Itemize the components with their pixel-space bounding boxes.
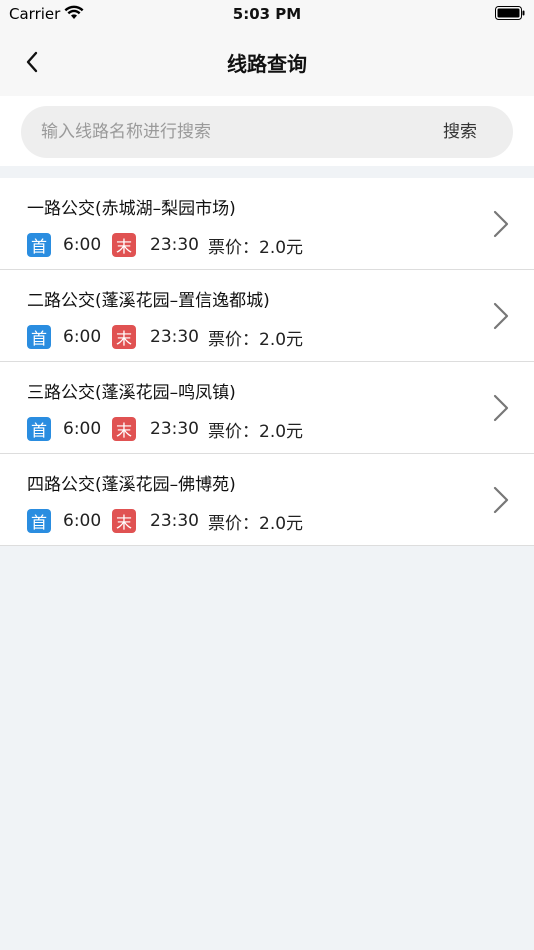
first-bus-badge: 首 [27,233,51,257]
last-bus-badge: 末 [112,233,136,257]
chevron-right-icon [493,394,509,422]
route-row[interactable]: 四路公交(蓬溪花园–佛博苑) 首 6:00 末 23:30 票价：2.0元 [0,454,534,546]
route-row[interactable]: 二路公交(蓬溪花园–置信逸都城) 首 6:00 末 23:30 票价：2.0元 [0,270,534,362]
search-section: 搜索 [0,96,534,166]
last-bus-time: 23:30 [150,511,199,531]
search-input[interactable] [41,106,401,158]
battery-icon [495,6,525,20]
route-name: 四路公交(蓬溪花园–佛博苑) [27,475,236,495]
navigation-bar: 线路查询 [0,28,534,96]
fare-label: 票价：2.0元 [208,329,304,350]
route-name: 三路公交(蓬溪花园–鸣凤镇) [27,383,236,403]
route-row[interactable]: 一路公交(赤城湖–梨园市场) 首 6:00 末 23:30 票价：2.0元 [0,178,534,270]
route-name: 二路公交(蓬溪花园–置信逸都城) [27,291,270,311]
last-bus-badge: 末 [112,417,136,441]
search-button[interactable]: 搜索 [443,106,477,158]
first-bus-time: 6:00 [63,419,102,439]
route-name: 一路公交(赤城湖–梨园市场) [27,199,236,219]
clock: 5:03 PM [232,5,302,23]
route-list: 一路公交(赤城湖–梨园市场) 首 6:00 末 23:30 票价：2.0元 二路… [0,178,534,546]
route-schedule: 首 6:00 末 23:30 票价：2.0元 [27,416,303,442]
last-bus-time: 23:30 [150,235,199,255]
route-row[interactable]: 三路公交(蓬溪花园–鸣凤镇) 首 6:00 末 23:30 票价：2.0元 [0,362,534,454]
route-schedule: 首 6:00 末 23:30 票价：2.0元 [27,232,303,258]
first-bus-badge: 首 [27,325,51,349]
first-bus-badge: 首 [27,417,51,441]
status-bar: Carrier 5:03 PM [0,0,534,28]
first-bus-time: 6:00 [63,327,102,347]
route-schedule: 首 6:00 末 23:30 票价：2.0元 [27,324,303,350]
last-bus-badge: 末 [112,325,136,349]
last-bus-time: 23:30 [150,327,199,347]
fare-label: 票价：2.0元 [208,421,304,442]
last-bus-badge: 末 [112,509,136,533]
route-schedule: 首 6:00 末 23:30 票价：2.0元 [27,508,303,534]
fare-label: 票价：2.0元 [208,237,304,258]
chevron-right-icon [493,302,509,330]
chevron-right-icon [493,210,509,238]
page-title: 线路查询 [227,52,307,76]
chevron-right-icon [493,486,509,514]
fare-label: 票价：2.0元 [208,513,304,534]
first-bus-time: 6:00 [63,235,102,255]
last-bus-time: 23:30 [150,419,199,439]
first-bus-badge: 首 [27,509,51,533]
first-bus-time: 6:00 [63,511,102,531]
search-box: 搜索 [21,106,513,158]
